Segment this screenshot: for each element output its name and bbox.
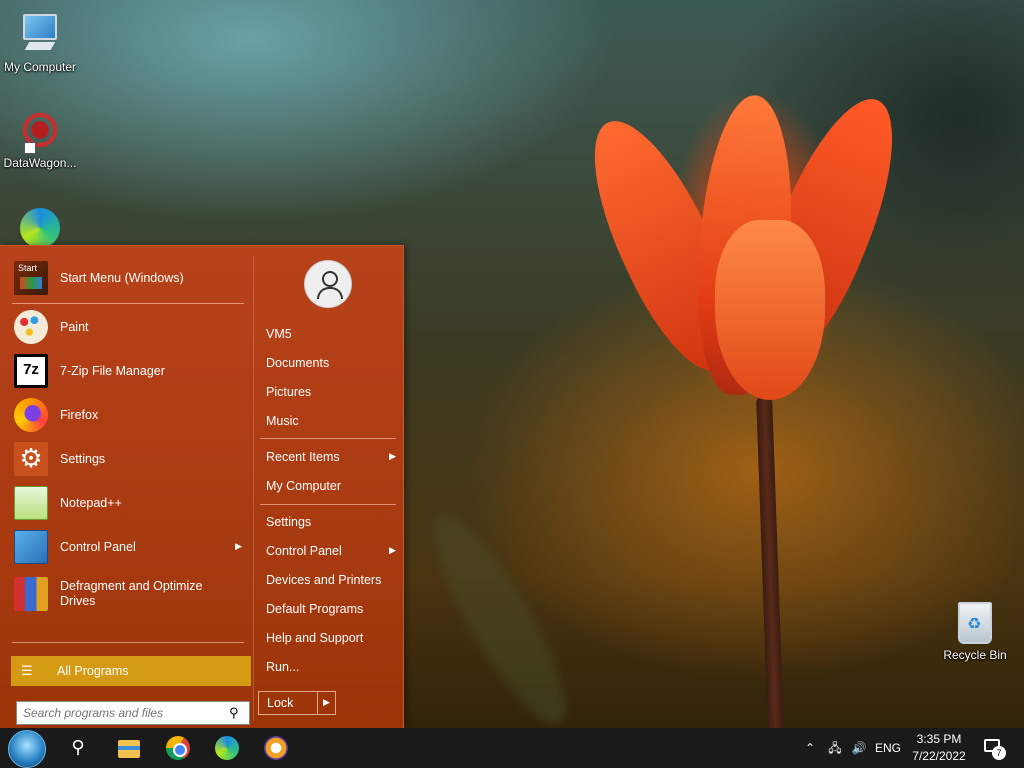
control-panel-icon (14, 530, 48, 564)
submenu-arrow-icon: ▶ (389, 452, 396, 462)
place-devices-and-printers[interactable]: Devices and Printers (266, 569, 400, 591)
paint-icon (14, 310, 48, 344)
power-options-arrow-icon[interactable]: ▶ (317, 692, 335, 714)
place-help-and-support[interactable]: Help and Support (266, 627, 400, 649)
program-settings[interactable]: ⚙ Settings (8, 437, 252, 481)
network-icon[interactable]: 🖧 (824, 736, 846, 760)
start-search-box[interactable]: ⚲ (16, 701, 250, 725)
list-icon: ☰ (21, 663, 33, 679)
lock-label: Lock (267, 696, 294, 710)
program-paint[interactable]: Paint (8, 305, 252, 349)
search-icon[interactable]: ⚲ (229, 706, 249, 721)
start-menu: Start Start Menu (Windows) Paint 7z 7-Zi… (0, 245, 404, 728)
place-settings[interactable]: Settings (266, 511, 400, 533)
place-documents[interactable]: Documents (266, 352, 400, 374)
desktop-icon-recycle-bin[interactable]: Recycle Bin (935, 602, 1015, 662)
separator (260, 438, 396, 439)
program-notepadpp[interactable]: Notepad++ (8, 481, 252, 525)
start-orb-button[interactable] (8, 730, 46, 768)
program-label: Start Menu (Windows) (60, 271, 184, 285)
all-programs-label: All Programs (57, 664, 129, 678)
search-input[interactable] (23, 703, 229, 723)
desktop-icon-label: Recycle Bin (943, 648, 1007, 662)
lock-button[interactable]: Lock ▶ (258, 691, 336, 715)
clock[interactable]: 3:35 PM 7/22/2022 (908, 731, 970, 765)
firefox-icon (14, 398, 48, 432)
program-label: Defragment and Optimize Drives (60, 579, 203, 608)
clock-date: 7/22/2022 (912, 749, 966, 763)
place-my-computer[interactable]: My Computer (266, 475, 400, 497)
language-indicator[interactable]: ENG (872, 736, 904, 760)
program-label: Paint (60, 320, 89, 334)
place-run[interactable]: Run... (266, 656, 400, 678)
program-label: Control Panel (60, 540, 136, 554)
program-7zip[interactable]: 7z 7-Zip File Manager (8, 349, 252, 393)
submenu-arrow-icon: ▶ (389, 546, 396, 556)
all-programs-button[interactable]: ☰ All Programs (11, 656, 251, 686)
file-explorer-icon[interactable] (117, 736, 141, 760)
start-menu-places-pane: VM5 Documents Pictures Music Recent Item… (256, 246, 404, 729)
program-label: Notepad++ (60, 496, 122, 510)
desktop-icon-datawagon[interactable]: DataWagon... (0, 108, 80, 170)
datawagon-icon (18, 110, 62, 154)
edge-icon[interactable] (215, 736, 239, 760)
pane-divider (253, 256, 254, 721)
chrome-icon[interactable] (166, 736, 190, 760)
separator (260, 504, 396, 505)
clock-time: 3:35 PM (916, 732, 962, 746)
program-label: 7-Zip File Manager (60, 364, 165, 378)
separator (12, 642, 244, 643)
settings-gear-icon: ⚙ (14, 442, 48, 476)
volume-icon[interactable]: 🔊 (848, 736, 870, 760)
notepadpp-icon (14, 486, 48, 520)
show-hidden-icons-chevron-icon[interactable]: ⌃ (800, 736, 820, 760)
desktop-icon-my-computer[interactable]: My Computer (0, 10, 80, 74)
user-name-link[interactable]: VM5 (266, 323, 400, 345)
place-default-programs[interactable]: Default Programs (266, 598, 400, 620)
start-menu-app-icon: Start (14, 261, 48, 295)
notification-center-icon[interactable]: 7 (982, 737, 1006, 760)
taskbar: ⚲ ⌃ 🖧 🔊 ENG 3:35 PM 7/22/2022 7 (0, 728, 1024, 768)
wallpaper-petal (715, 220, 825, 400)
security-shield-icon[interactable] (264, 736, 288, 760)
start-menu-programs-pane: Start Start Menu (Windows) Paint 7z 7-Zi… (8, 256, 252, 725)
place-music[interactable]: Music (266, 410, 400, 432)
program-label: Firefox (60, 408, 99, 422)
desktop-icon-label: DataWagon... (3, 156, 77, 170)
defrag-icon (14, 577, 48, 611)
program-control-panel[interactable]: Control Panel ▶ (8, 525, 252, 569)
recycle-bin-icon (953, 602, 997, 646)
submenu-arrow-icon: ▶ (235, 542, 242, 552)
place-control-panel[interactable]: Control Panel ▶ (266, 540, 400, 562)
desktop-icon-label: My Computer (3, 60, 77, 74)
notification-count-badge: 7 (992, 746, 1006, 760)
program-firefox[interactable]: Firefox (8, 393, 252, 437)
place-pictures[interactable]: Pictures (266, 381, 400, 403)
wallpaper-leaf (414, 501, 586, 739)
computer-icon (18, 14, 62, 58)
separator (12, 303, 244, 304)
place-recent-items[interactable]: Recent Items ▶ (266, 446, 400, 468)
user-avatar-icon[interactable] (304, 260, 352, 308)
7zip-icon: 7z (14, 354, 48, 388)
program-label: Settings (60, 452, 106, 466)
program-defragment[interactable]: Defragment and Optimize Drives (8, 569, 252, 619)
search-icon[interactable]: ⚲ (66, 736, 90, 760)
wallpaper-flower-stem (756, 394, 784, 736)
program-start-menu-windows[interactable]: Start Start Menu (Windows) (8, 256, 252, 300)
